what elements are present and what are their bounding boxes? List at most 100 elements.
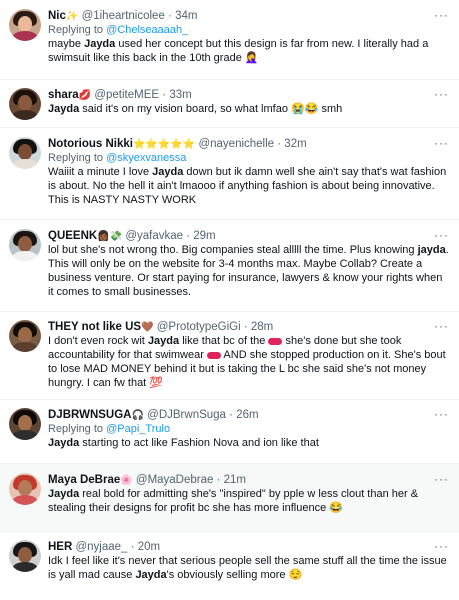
avatar-body: [12, 342, 38, 352]
handle[interactable]: @MayaDebrae: [136, 474, 214, 486]
timestamp[interactable]: 34m: [175, 10, 197, 22]
text-part: said it's on my vision board, so what lm…: [79, 103, 343, 115]
avatar[interactable]: [9, 473, 41, 505]
avatar[interactable]: [9, 229, 41, 261]
avatar[interactable]: [9, 9, 41, 41]
text-part: starting to act like Fashion Nova and io…: [79, 437, 319, 449]
tweet[interactable]: Notorious Nikki⭐⭐⭐⭐⭐ @nayenichelle · 32m…: [0, 128, 459, 220]
tweet-text: Jayda real bold for admitting she's "ins…: [48, 487, 449, 515]
handle[interactable]: @nyjaae_: [75, 541, 127, 553]
avatar[interactable]: [9, 137, 41, 169]
text-part: Waiiit a minute I love: [48, 166, 153, 178]
tweet[interactable]: THEY not like US🤎 @PrototypeGiGi · 28m I…: [0, 312, 459, 400]
tweet[interactable]: HER @nyjaae_ · 20m Idk I feel like it's …: [0, 532, 459, 600]
tweet-content: Notorious Nikki⭐⭐⭐⭐⭐ @nayenichelle · 32m…: [48, 137, 449, 207]
avatar-face: [18, 144, 32, 160]
handle[interactable]: @DJBrwnSuga: [147, 409, 226, 421]
separator: ·: [213, 474, 224, 486]
tweet-content: shara💋 @petiteMEE · 33m Jayda said it's …: [48, 88, 449, 116]
display-name[interactable]: Maya DeBrae: [48, 474, 120, 486]
timestamp[interactable]: 20m: [138, 541, 160, 553]
tweet-text: I don't even rock wit Jayda like that bc…: [48, 334, 449, 390]
tweet-header: Maya DeBrae🌸 @MayaDebrae · 21m: [48, 473, 449, 487]
highlighted-keyword: Jayda: [48, 488, 80, 500]
timestamp[interactable]: 21m: [224, 474, 246, 486]
more-options-icon[interactable]: ···: [434, 473, 449, 485]
text-part: like that bc of the: [179, 335, 266, 347]
replying-prefix: Replying to: [48, 423, 104, 435]
avatar-body: [12, 562, 38, 572]
timestamp[interactable]: 33m: [169, 89, 191, 101]
timestamp[interactable]: 26m: [236, 409, 258, 421]
redaction-mark: [206, 351, 221, 359]
replying-handle-link[interactable]: @Chelseaaaah_: [106, 24, 188, 36]
replying-to: Replying to @Chelseaaaah_: [48, 23, 449, 37]
highlighted-keyword: Jayda: [152, 166, 184, 178]
separator: ·: [225, 409, 237, 421]
handle[interactable]: @nayenichelle: [198, 138, 274, 150]
timestamp[interactable]: 32m: [284, 138, 306, 150]
replying-handle-link[interactable]: @skyexvanessa: [106, 152, 186, 164]
display-name[interactable]: shara: [48, 89, 79, 101]
tweet-text: Jayda starting to act like Fashion Nova …: [48, 436, 449, 450]
headphones-icon: 🎧: [131, 410, 144, 421]
avatar-face: [18, 415, 32, 431]
avatar-body: [12, 110, 38, 120]
text-part: real bold for admitting she's "inspired"…: [48, 488, 419, 514]
avatar-body: [12, 251, 38, 261]
separator: ·: [159, 89, 170, 101]
tweet-content: DJBRWNSUGA🎧 @DJBrwnSuga · 26m Replying t…: [48, 408, 449, 450]
more-options-icon[interactable]: ···: [434, 540, 449, 552]
tweet-header: THEY not like US🤎 @PrototypeGiGi · 28m: [48, 320, 449, 334]
avatar[interactable]: [9, 408, 41, 440]
display-name[interactable]: QUEENK: [48, 230, 97, 242]
avatar-face: [18, 236, 32, 252]
replying-to: Replying to @Papi_Trulo: [48, 422, 449, 436]
handle[interactable]: @PrototypeGiGi: [157, 321, 241, 333]
handle[interactable]: @1iheartnicolee: [82, 10, 165, 22]
highlighted-keyword: Jayda: [84, 38, 116, 50]
name-emoji: 💋: [78, 90, 92, 101]
avatar-face: [18, 547, 32, 563]
tweet-text: maybe Jayda used her concept but this de…: [48, 37, 449, 65]
avatar[interactable]: [9, 88, 41, 120]
timestamp[interactable]: 28m: [251, 321, 273, 333]
more-options-icon[interactable]: ···: [434, 9, 449, 21]
tweet[interactable]: Maya DeBrae🌸 @MayaDebrae · 21m Jayda rea…: [0, 464, 459, 532]
avatar[interactable]: [9, 540, 41, 572]
replying-to: Replying to @skyexvanessa: [48, 151, 449, 165]
more-options-icon[interactable]: ···: [434, 229, 449, 241]
tweet[interactable]: shara💋 @petiteMEE · 33m Jayda said it's …: [0, 80, 459, 128]
name-emoji: 🌸: [120, 475, 133, 486]
avatar-body: [12, 31, 38, 41]
tweet-text: Idk I feel like it's never that serious …: [48, 554, 449, 582]
more-options-icon[interactable]: ···: [434, 88, 449, 100]
tweet[interactable]: DJBRWNSUGA🎧 @DJBrwnSuga · 26m Replying t…: [0, 400, 459, 464]
more-options-icon[interactable]: ···: [434, 320, 449, 332]
display-name[interactable]: Notorious Nikki: [48, 138, 133, 150]
tweet-content: THEY not like US🤎 @PrototypeGiGi · 28m I…: [48, 320, 449, 390]
avatar-body: [12, 495, 38, 505]
separator: ·: [127, 541, 138, 553]
avatar-face: [18, 480, 32, 496]
replying-handle-link[interactable]: @Papi_Trulo: [106, 423, 170, 435]
tweet-text: Jayda said it's on my vision board, so w…: [48, 102, 449, 116]
tweet-text: lol but she's not wrong tho. Big compani…: [48, 243, 449, 299]
handle[interactable]: @yafavkae: [125, 230, 183, 242]
highlighted-keyword: Jayda: [48, 437, 80, 449]
more-options-icon[interactable]: ···: [434, 408, 449, 420]
avatar-body: [12, 430, 38, 440]
more-options-icon[interactable]: ···: [434, 137, 449, 149]
tweet[interactable]: Nic✨ @1iheartnicolee · 34m Replying to @…: [0, 0, 459, 80]
tweet-header: Notorious Nikki⭐⭐⭐⭐⭐ @nayenichelle · 32m: [48, 137, 449, 151]
tweet[interactable]: QUEENK👩🏾💸 @yafavkae · 29m lol but she's …: [0, 220, 459, 312]
tweet-content: Nic✨ @1iheartnicolee · 34m Replying to @…: [48, 9, 449, 65]
display-name[interactable]: Nic: [48, 10, 66, 22]
display-name[interactable]: DJBRWNSUGA: [48, 409, 132, 421]
tweet-header: Nic✨ @1iheartnicolee · 34m: [48, 9, 449, 23]
display-name[interactable]: HER: [48, 541, 72, 553]
timestamp[interactable]: 29m: [193, 230, 215, 242]
display-name[interactable]: THEY not like US: [48, 321, 141, 333]
handle[interactable]: @petiteMEE: [94, 89, 159, 101]
avatar[interactable]: [9, 320, 41, 352]
